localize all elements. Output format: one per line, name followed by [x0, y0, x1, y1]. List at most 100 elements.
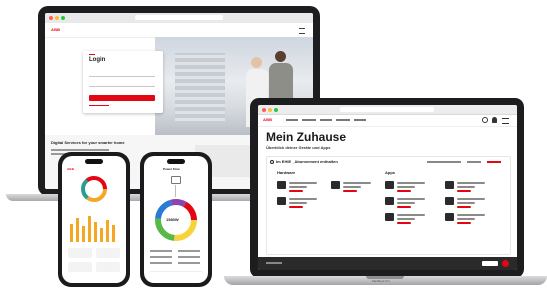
energy-ring-chart — [81, 176, 107, 202]
abb-logo[interactable]: ABB — [67, 168, 74, 171]
site-header: ABB — [45, 23, 313, 38]
app-label — [397, 218, 415, 220]
user-icon[interactable] — [482, 117, 488, 123]
house-icon — [171, 176, 181, 184]
app-icon — [385, 213, 394, 221]
app-icon — [445, 181, 454, 189]
legend-item — [178, 256, 200, 258]
zoom-dot-icon[interactable] — [61, 16, 65, 20]
footer-button[interactable] — [482, 261, 498, 266]
phone-right: Power Flow 1580W — [140, 152, 212, 287]
page-title: Mein Zuhause — [266, 130, 347, 144]
legend-item — [150, 256, 172, 258]
consumption-bar-chart — [70, 216, 115, 242]
chevron-icon[interactable] — [270, 160, 274, 164]
device-label — [289, 202, 307, 204]
dynamic-island — [85, 159, 103, 164]
nav-item[interactable] — [286, 119, 298, 121]
app-label — [457, 202, 475, 204]
laptop-front-notch: MacBook Pro — [366, 276, 404, 283]
close-dot-icon[interactable] — [49, 16, 53, 20]
app-link[interactable] — [397, 206, 411, 208]
app-icon — [445, 213, 454, 221]
login-button[interactable] — [89, 95, 155, 101]
screen-header: Power Flow — [163, 167, 180, 171]
legend-item — [150, 262, 172, 264]
app-label — [397, 202, 415, 204]
device-icon — [277, 181, 286, 189]
minimize-dot-icon[interactable] — [55, 16, 59, 20]
device-label — [289, 182, 317, 184]
menu-icon[interactable] — [299, 28, 305, 34]
app-link[interactable] — [397, 190, 411, 192]
email-field[interactable] — [89, 69, 155, 77]
device-label — [343, 186, 361, 188]
app-link[interactable] — [397, 222, 411, 224]
password-field[interactable] — [89, 79, 155, 87]
laptop-front-screen: ABB Mein Zuhause Überblick deiner Geräte… — [258, 105, 517, 270]
app-label — [397, 186, 415, 188]
register-link[interactable] — [89, 105, 109, 106]
stat-tile[interactable] — [68, 262, 92, 272]
app-link[interactable] — [457, 190, 471, 192]
device-label — [289, 198, 317, 200]
tab-bar[interactable] — [150, 271, 202, 278]
app-label — [397, 182, 425, 184]
login-card: Login — [83, 51, 163, 113]
abb-logo[interactable]: ABB — [51, 28, 60, 32]
person-head-image — [275, 51, 286, 62]
legend-item — [178, 262, 200, 264]
abb-logo[interactable]: ABB — [263, 118, 272, 122]
device-link[interactable] — [289, 190, 303, 192]
apps-heading: Apps — [385, 170, 395, 175]
phone-left-screen: ABB — [62, 156, 126, 283]
subscription-meta — [427, 161, 461, 163]
stat-tile[interactable] — [96, 262, 120, 272]
login-title: Login — [89, 57, 106, 63]
app-label — [457, 186, 475, 188]
subscription-panel: Im EHIE _Abonnement enthalten Hardware A… — [266, 156, 511, 255]
app-label — [397, 198, 425, 200]
laptop-model-label: MacBook Pro — [372, 279, 391, 283]
app-link[interactable] — [457, 206, 471, 208]
zoom-dot-icon[interactable] — [274, 107, 278, 112]
stat-tile[interactable] — [96, 248, 120, 258]
app-link[interactable] — [457, 222, 471, 224]
power-value: 1580W — [166, 217, 179, 222]
device-icon — [277, 197, 286, 205]
address-bar[interactable] — [135, 15, 223, 20]
device-link[interactable] — [289, 206, 303, 208]
person-head-image — [251, 57, 262, 68]
app-label — [457, 218, 475, 220]
minimize-dot-icon[interactable] — [268, 107, 272, 112]
nav-item[interactable] — [320, 119, 332, 121]
close-dot-icon[interactable] — [262, 107, 266, 112]
app-nav: ABB — [258, 114, 517, 127]
subscription-label: Im EHIE _Abonnement enthalten — [276, 159, 338, 164]
app-label — [457, 182, 485, 184]
app-label — [457, 214, 485, 216]
legend-item — [150, 250, 172, 252]
subscription-meta — [467, 161, 481, 163]
manage-link[interactable] — [487, 161, 501, 163]
nav-item[interactable] — [336, 119, 350, 121]
phone-right-screen: Power Flow 1580W — [144, 156, 208, 283]
page-subtitle: Überblick deiner Geräte und Apps — [266, 145, 331, 150]
bell-icon[interactable] — [492, 117, 497, 123]
nav-item[interactable] — [354, 119, 366, 121]
device-link[interactable] — [343, 190, 357, 192]
site-footer — [258, 257, 517, 270]
section-text — [51, 149, 109, 151]
app-icon — [385, 197, 394, 205]
app-label — [457, 198, 485, 200]
building-image — [175, 53, 225, 125]
nav-item[interactable] — [302, 119, 316, 121]
app-label — [397, 214, 425, 216]
phone-left: ABB — [58, 152, 130, 287]
menu-icon[interactable] — [502, 118, 509, 124]
stat-tile[interactable] — [68, 248, 92, 258]
device-label — [289, 186, 307, 188]
address-bar[interactable] — [340, 107, 434, 112]
chat-icon[interactable] — [502, 260, 509, 267]
section-heading: Digital Services for your smarter home — [51, 140, 125, 145]
